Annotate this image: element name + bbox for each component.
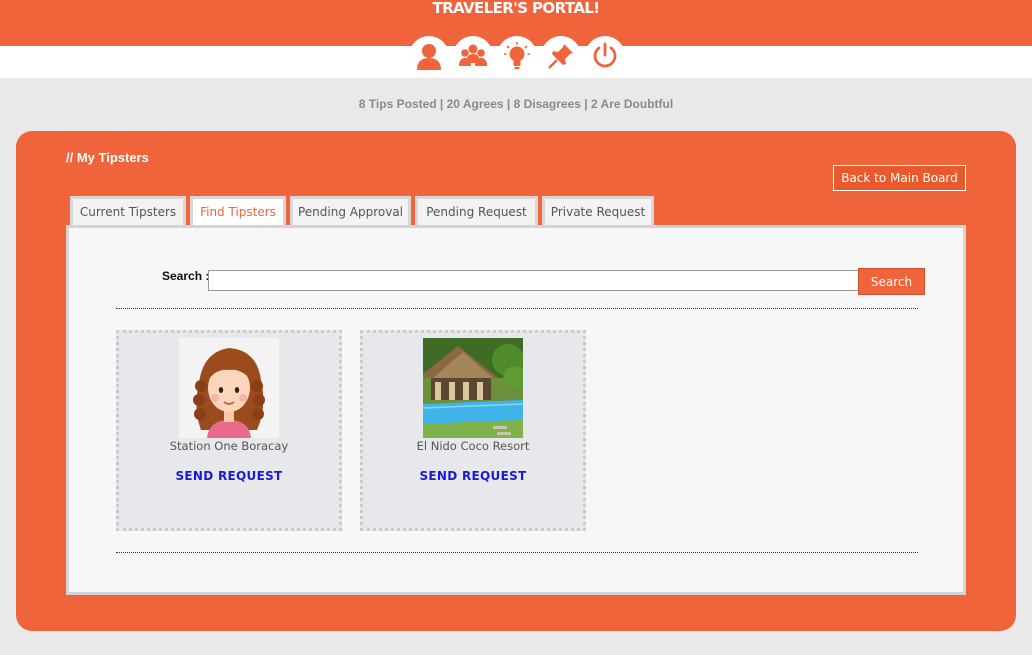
group-icon[interactable] <box>453 36 493 76</box>
girl-avatar-image <box>179 338 279 438</box>
tab-current-tipsters[interactable]: Current Tipsters <box>70 196 186 225</box>
search-input[interactable] <box>208 270 859 291</box>
tab-pending-request[interactable]: Pending Request <box>415 196 538 225</box>
section-title: // My Tipsters <box>66 150 149 165</box>
divider <box>116 308 918 309</box>
find-tipsters-content: Search : Search Station One Boracay SEND… <box>66 225 966 595</box>
tab-private-request[interactable]: Private Request <box>542 196 654 225</box>
profile-icon[interactable] <box>409 36 449 76</box>
tab-find-tipsters[interactable]: Find Tipsters <box>190 196 286 225</box>
tipster-name: Station One Boracay <box>169 439 289 453</box>
tipster-card: El Nido Coco Resort SEND REQUEST <box>360 330 586 531</box>
tipster-card: Station One Boracay SEND REQUEST <box>116 330 342 531</box>
main-nav <box>409 36 625 76</box>
send-request-link[interactable]: SEND REQUEST <box>119 469 339 483</box>
search-label: Search : <box>162 269 210 283</box>
back-to-main-board-button[interactable]: Back to Main Board <box>833 165 966 191</box>
send-request-link[interactable]: SEND REQUEST <box>363 469 583 483</box>
pin-icon[interactable] <box>541 36 581 76</box>
tipster-tabs: Current Tipsters Find Tipsters Pending A… <box>70 196 658 225</box>
tab-pending-approval[interactable]: Pending Approval <box>290 196 411 225</box>
tipsters-panel: // My Tipsters Back to Main Board Curren… <box>16 131 1016 631</box>
stats-summary: 8 Tips Posted | 20 Agrees | 8 Disagrees … <box>358 97 674 111</box>
resort-photo-image <box>423 338 523 438</box>
lightbulb-icon[interactable] <box>497 36 537 76</box>
power-icon[interactable] <box>585 36 625 76</box>
divider <box>116 552 918 553</box>
search-button[interactable]: Search <box>858 268 925 295</box>
tipster-name: El Nido Coco Resort <box>416 439 530 453</box>
portal-title: TRAVELER'S PORTAL! <box>432 0 600 17</box>
